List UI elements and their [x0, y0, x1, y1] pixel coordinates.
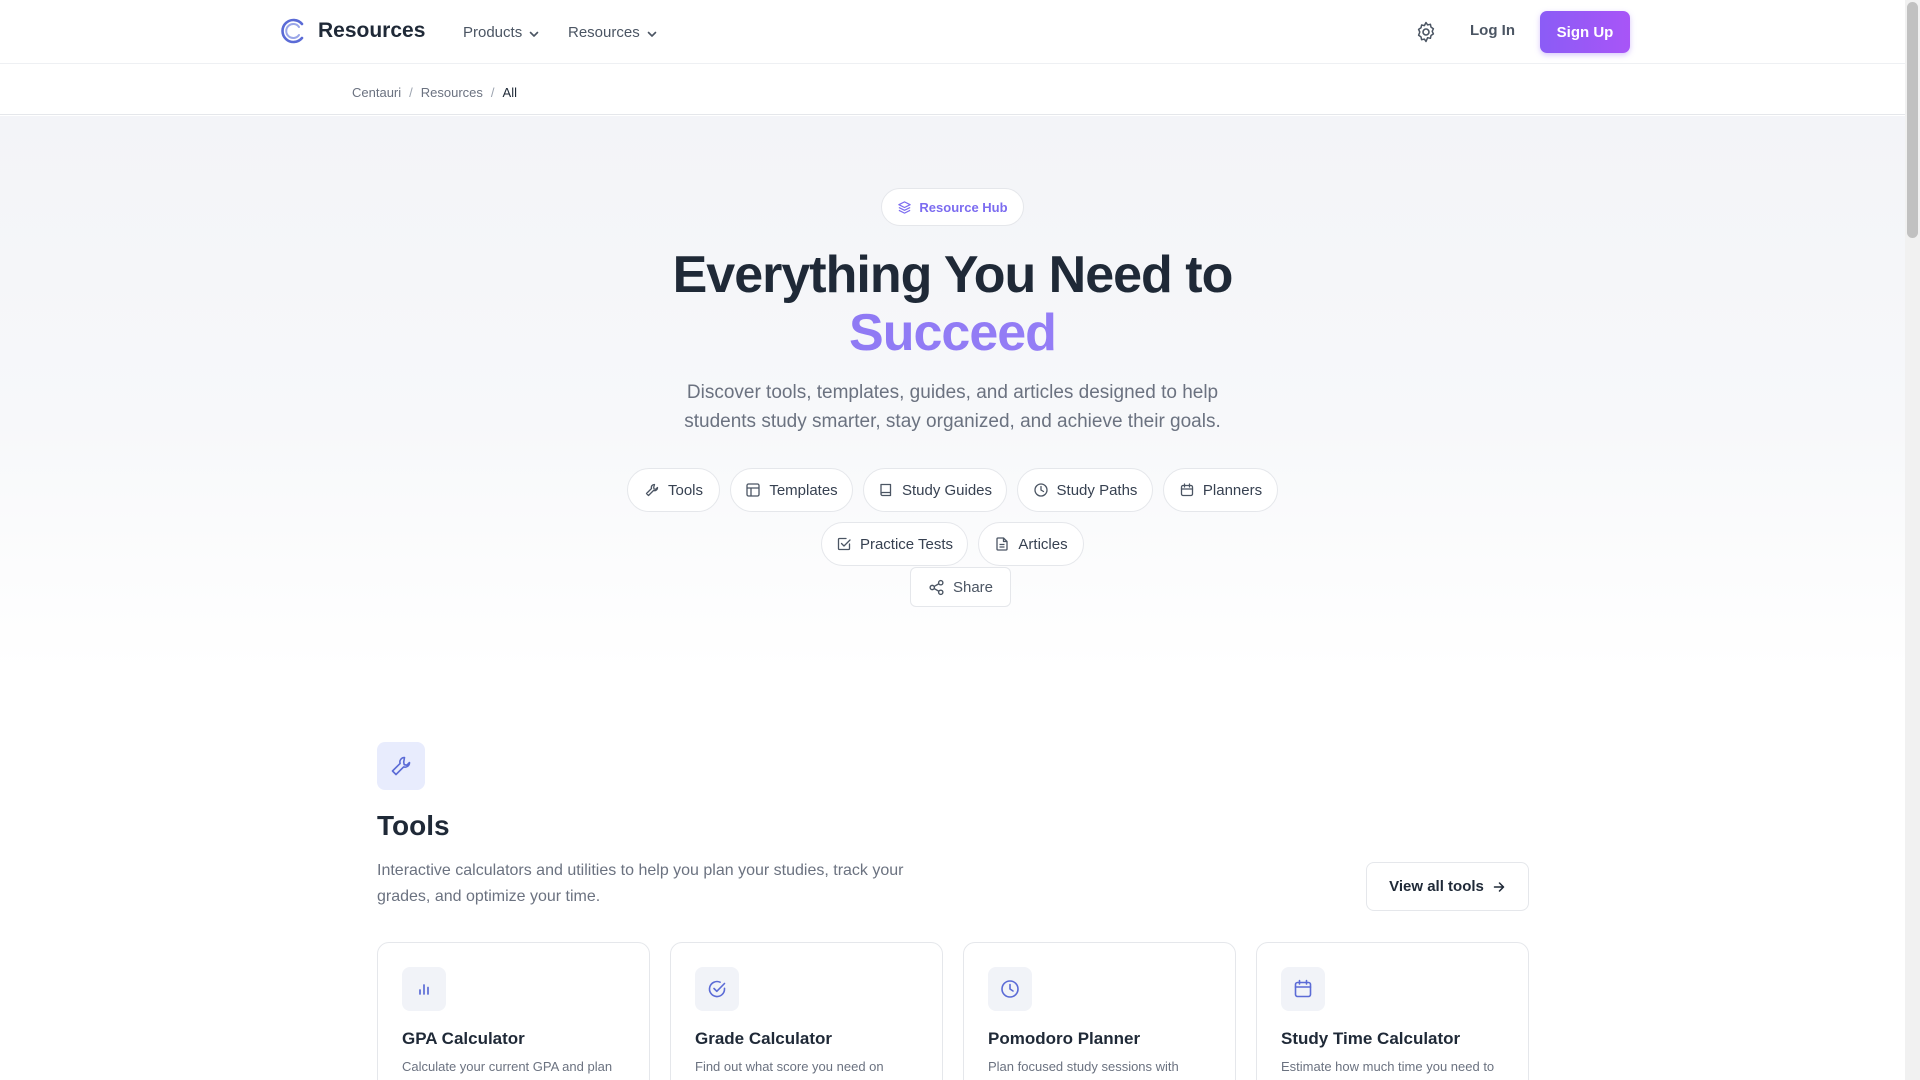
wrench-icon	[391, 756, 411, 776]
tool-card-gpa-calculator[interactable]: GPA Calculator Calculate your current GP…	[377, 942, 650, 1080]
brand[interactable]: Resources	[278, 16, 425, 46]
hero-title-line: Everything You Need to	[672, 246, 1234, 304]
breadcrumb: Centauri / Resources / All	[352, 85, 517, 100]
breadcrumb-resources[interactable]: Resources	[421, 85, 483, 100]
chip-study-paths-label: Study Paths	[1056, 481, 1138, 499]
arrow-right-icon	[1493, 881, 1505, 892]
card-description: Find out what score you need on	[695, 1059, 884, 1074]
hero-subtitle: Discover tools, templates, guides, and a…	[684, 382, 1221, 432]
share-button[interactable]: Share	[910, 567, 1011, 607]
layers-icon	[898, 200, 912, 214]
chevron-down-icon	[529, 31, 539, 37]
clock-icon	[1033, 483, 1048, 497]
resource-hub-label: Resource Hub	[919, 199, 1008, 215]
card-icon-container	[695, 967, 739, 1011]
share-icon	[929, 579, 944, 595]
chip-articles[interactable]: Articles	[978, 522, 1084, 566]
nav-resources-label: Resources	[568, 24, 640, 41]
breadcrumb-centauri[interactable]: Centauri	[352, 85, 401, 100]
breadcrumb-current: All	[502, 85, 517, 100]
login-link[interactable]: Log In	[1470, 22, 1515, 39]
card-icon-container	[402, 967, 446, 1011]
chip-tools[interactable]: Tools	[627, 468, 720, 512]
chip-templates-label: Templates	[769, 481, 838, 499]
tool-card-pomodoro-planner[interactable]: Pomodoro Planner Plan focused study sess…	[963, 942, 1236, 1080]
chip-tools-label: Tools	[667, 481, 704, 499]
card-title: Pomodoro Planner	[988, 1029, 1141, 1048]
card-description: Estimate how much time you need to	[1281, 1059, 1495, 1074]
hero-title-accent: Succeed	[0, 304, 1905, 362]
chip-study-guides[interactable]: Study Guides	[863, 468, 1007, 512]
share-label: Share	[952, 578, 994, 596]
wrench-icon	[645, 483, 659, 497]
calendar-icon	[1180, 483, 1194, 497]
hero-title: Everything You Need to Succeed	[0, 246, 1905, 362]
tools-section-description: Interactive calculators and utilities to…	[377, 862, 904, 905]
calendar-icon	[1294, 979, 1312, 998]
card-title: GPA Calculator	[402, 1029, 525, 1048]
breadcrumb-separator: /	[409, 85, 413, 100]
tool-card-study-time-calculator[interactable]: Study Time Calculator Estimate how much …	[1256, 942, 1529, 1080]
nav-products[interactable]: Products	[463, 24, 540, 41]
signup-button[interactable]: Sign Up	[1540, 11, 1630, 53]
brand-name: Resources	[318, 19, 426, 42]
tool-card-grade-calculator[interactable]: Grade Calculator Find out what score you…	[670, 942, 943, 1080]
chip-planners-label: Planners	[1202, 481, 1263, 499]
chevron-down-icon	[647, 31, 657, 37]
card-description: Plan focused study sessions with	[988, 1059, 1179, 1074]
centauri-logo-icon	[281, 18, 304, 44]
top-navbar: Resources Products Resources Log In Sign…	[0, 0, 1905, 64]
tools-section-icon	[377, 742, 425, 790]
nav-resources[interactable]: Resources	[568, 24, 658, 41]
chip-practice-tests-label: Practice Tests	[859, 535, 954, 553]
card-description: Calculate your current GPA and plan	[402, 1059, 613, 1074]
settings-gear-icon[interactable]	[1414, 20, 1438, 44]
breadcrumb-bar: Centauri / Resources / All	[0, 65, 1905, 115]
breadcrumb-separator: /	[490, 85, 495, 100]
book-icon	[880, 483, 892, 497]
clock-icon	[1001, 980, 1019, 998]
scrollbar-thumb[interactable]	[1907, 2, 1918, 238]
nav-products-label: Products	[463, 24, 523, 41]
view-all-tools-label: View all tools	[1389, 878, 1484, 895]
check-circle-icon	[708, 980, 726, 998]
bar-chart-icon	[419, 984, 429, 995]
chip-practice-tests[interactable]: Practice Tests	[821, 522, 968, 566]
layout-icon	[746, 483, 760, 497]
card-title: Study Time Calculator	[1281, 1029, 1461, 1048]
view-all-tools-button[interactable]: View all tools	[1366, 862, 1529, 911]
card-icon-container	[988, 967, 1032, 1011]
card-title: Grade Calculator	[695, 1029, 832, 1048]
chip-study-paths[interactable]: Study Paths	[1017, 468, 1153, 512]
resource-hub-badge: Resource Hub	[881, 188, 1024, 226]
tools-section-title: Tools	[377, 810, 450, 841]
card-icon-container	[1281, 967, 1325, 1011]
chip-templates[interactable]: Templates	[730, 468, 853, 512]
chip-articles-label: Articles	[1018, 535, 1068, 553]
check-square-icon	[837, 537, 851, 551]
file-text-icon	[996, 537, 1009, 551]
chip-study-guides-label: Study Guides	[901, 481, 993, 499]
chip-planners[interactable]: Planners	[1163, 468, 1278, 512]
hero-section: Resource Hub Everything You Need to Succ…	[0, 116, 1905, 671]
